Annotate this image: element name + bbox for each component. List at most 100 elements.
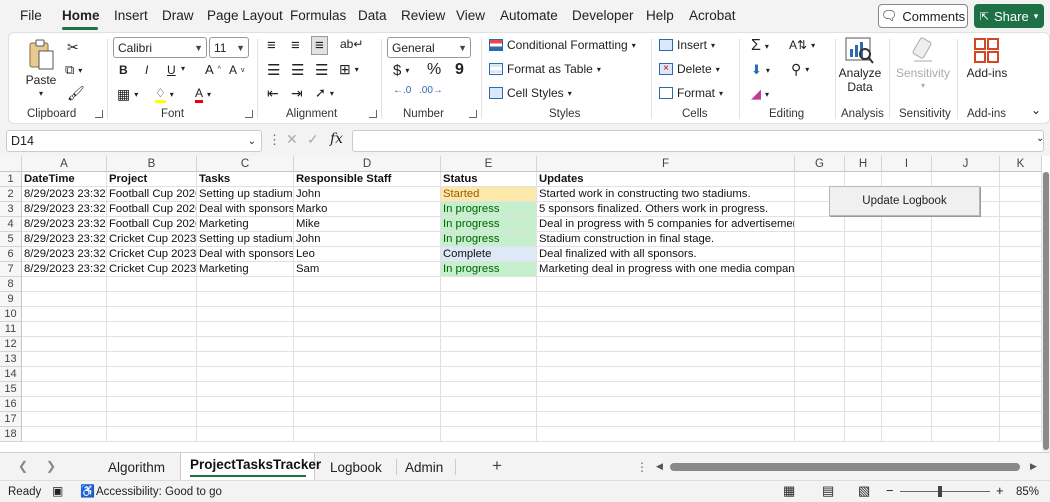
- empty-cell[interactable]: [932, 322, 1000, 337]
- empty-cell[interactable]: [294, 307, 441, 322]
- number-launcher-icon[interactable]: [469, 110, 477, 118]
- font-launcher-icon[interactable]: [245, 110, 253, 118]
- empty-cell[interactable]: [845, 412, 882, 427]
- table-cell[interactable]: Setting up stadiums: [197, 187, 294, 202]
- increase-decimal-icon[interactable]: ←.0: [393, 85, 411, 96]
- empty-cell[interactable]: [197, 277, 294, 292]
- empty-cell[interactable]: [1000, 277, 1042, 292]
- empty-cell[interactable]: [441, 382, 537, 397]
- menu-formulas[interactable]: Formulas: [290, 8, 346, 23]
- menu-file[interactable]: File: [20, 8, 42, 23]
- empty-cell[interactable]: [1000, 247, 1042, 262]
- row-header[interactable]: 4: [0, 217, 22, 232]
- empty-cell[interactable]: [882, 427, 932, 442]
- empty-cell[interactable]: [932, 412, 1000, 427]
- empty-cell[interactable]: [22, 427, 107, 442]
- comma-button[interactable]: 9: [455, 61, 464, 79]
- empty-cell[interactable]: [1000, 202, 1042, 217]
- table-cell[interactable]: Cricket Cup 2023: [107, 247, 197, 262]
- zoom-out-icon[interactable]: −: [886, 483, 894, 498]
- copy-icon[interactable]: ⧉ ▾: [65, 62, 82, 78]
- accessibility-icon[interactable]: ♿: [80, 484, 95, 498]
- empty-cell[interactable]: [1000, 397, 1042, 412]
- empty-cell[interactable]: [932, 307, 1000, 322]
- empty-cell[interactable]: [537, 352, 795, 367]
- empty-cell[interactable]: [882, 397, 932, 412]
- accessibility-status[interactable]: Accessibility: Good to go: [96, 486, 222, 498]
- row-header[interactable]: 7: [0, 262, 22, 277]
- column-header[interactable]: J: [932, 156, 1000, 172]
- empty-cell[interactable]: [845, 382, 882, 397]
- column-header[interactable]: B: [107, 156, 197, 172]
- column-header[interactable]: D: [294, 156, 441, 172]
- zoom-slider[interactable]: [900, 491, 990, 492]
- menu-insert[interactable]: Insert: [114, 8, 148, 23]
- column-header[interactable]: I: [882, 156, 932, 172]
- empty-cell[interactable]: [197, 352, 294, 367]
- empty-cell[interactable]: [441, 412, 537, 427]
- empty-cell[interactable]: [932, 427, 1000, 442]
- table-cell[interactable]: Started work in constructing two stadium…: [537, 187, 795, 202]
- empty-cell[interactable]: [932, 247, 1000, 262]
- format-painter-icon[interactable]: 🖌: [67, 85, 85, 102]
- update-logbook-button[interactable]: Update Logbook: [829, 186, 980, 216]
- insert-cells-button[interactable]: Insert ▾: [659, 38, 715, 52]
- empty-cell[interactable]: [795, 427, 845, 442]
- column-header[interactable]: K: [1000, 156, 1042, 172]
- page-break-view-icon[interactable]: ▧: [858, 483, 870, 499]
- status-cell[interactable]: In progress: [441, 202, 537, 217]
- italic-button[interactable]: I: [145, 63, 148, 77]
- column-header[interactable]: A: [22, 156, 107, 172]
- table-cell[interactable]: 8/29/2023 23:32: [22, 232, 107, 247]
- table-cell[interactable]: Deal with sponsors: [197, 202, 294, 217]
- empty-cell[interactable]: [795, 382, 845, 397]
- empty-cell[interactable]: [1000, 217, 1042, 232]
- empty-cell[interactable]: [537, 322, 795, 337]
- empty-cell[interactable]: [441, 427, 537, 442]
- row-header[interactable]: 18: [0, 427, 22, 442]
- empty-cell[interactable]: [795, 367, 845, 382]
- empty-cell[interactable]: [197, 427, 294, 442]
- tab-split-handle-icon[interactable]: ⋮: [636, 460, 648, 474]
- empty-cell[interactable]: [441, 277, 537, 292]
- formula-input[interactable]: [352, 130, 1044, 152]
- zoom-level[interactable]: 85%: [1016, 486, 1039, 498]
- empty-cell[interactable]: [107, 412, 197, 427]
- empty-cell[interactable]: [932, 367, 1000, 382]
- table-cell[interactable]: John: [294, 187, 441, 202]
- status-cell[interactable]: Complete: [441, 247, 537, 262]
- empty-cell[interactable]: [1000, 367, 1042, 382]
- status-cell[interactable]: Started: [441, 187, 537, 202]
- empty-cell[interactable]: [882, 382, 932, 397]
- empty-cell[interactable]: [845, 427, 882, 442]
- empty-cell[interactable]: [1000, 172, 1042, 187]
- empty-cell[interactable]: [1000, 352, 1042, 367]
- row-header[interactable]: 16: [0, 397, 22, 412]
- analyze-data-button[interactable]: Analyze Data: [839, 37, 881, 94]
- zoom-in-icon[interactable]: +: [996, 483, 1004, 498]
- menu-home[interactable]: Home: [62, 8, 100, 23]
- font-color-icon[interactable]: A ▾: [195, 86, 211, 103]
- row-header[interactable]: 8: [0, 277, 22, 292]
- delete-cells-button[interactable]: × Delete ▾: [659, 62, 720, 76]
- wrap-text-icon[interactable]: ab↵: [340, 37, 363, 51]
- empty-cell[interactable]: [932, 262, 1000, 277]
- empty-cell[interactable]: [795, 217, 845, 232]
- empty-cell[interactable]: [441, 397, 537, 412]
- menu-draw[interactable]: Draw: [162, 8, 194, 23]
- empty-cell[interactable]: [795, 397, 845, 412]
- row-header[interactable]: 13: [0, 352, 22, 367]
- empty-cell[interactable]: [882, 307, 932, 322]
- empty-cell[interactable]: [294, 352, 441, 367]
- table-cell[interactable]: Football Cup 2026: [107, 202, 197, 217]
- alignment-launcher-icon[interactable]: [369, 110, 377, 118]
- menu-review[interactable]: Review: [401, 8, 445, 23]
- empty-cell[interactable]: [22, 337, 107, 352]
- row-header[interactable]: 15: [0, 382, 22, 397]
- empty-cell[interactable]: [294, 397, 441, 412]
- row-header[interactable]: 14: [0, 367, 22, 382]
- empty-cell[interactable]: [795, 352, 845, 367]
- sensitivity-button[interactable]: Sensitivity ▾: [895, 37, 951, 90]
- empty-cell[interactable]: [1000, 337, 1042, 352]
- table-cell[interactable]: Marketing deal in progress with one medi…: [537, 262, 795, 277]
